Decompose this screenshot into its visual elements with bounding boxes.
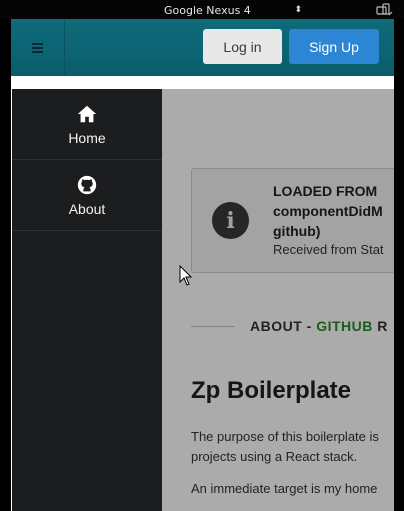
side-drawer: Home About — [12, 89, 162, 511]
signup-button[interactable]: Sign Up — [289, 29, 379, 64]
drawer-item-home[interactable]: Home — [12, 89, 162, 160]
hamburger-icon — [32, 43, 43, 53]
login-button[interactable]: Log in — [203, 29, 282, 64]
drawer-item-label: Home — [68, 129, 106, 146]
home-icon — [77, 105, 97, 122]
top-navbar: Log in Sign Up — [11, 19, 394, 76]
device-toolbar: Google Nexus 4 ⬍ — [0, 0, 404, 19]
mouse-cursor-icon — [179, 265, 193, 286]
rotate-device-icon[interactable] — [375, 3, 393, 17]
github-icon — [77, 175, 97, 194]
drawer-backdrop[interactable] — [162, 89, 394, 511]
select-arrows-icon: ⬍ — [294, 4, 302, 15]
drawer-item-about[interactable]: About — [12, 160, 162, 231]
drawer-item-label: About — [68, 200, 106, 217]
device-selector[interactable]: Google Nexus 4 ⬍ — [160, 3, 302, 17]
device-screen: Log in Sign Up i LOADED FROM componentDi… — [11, 19, 394, 511]
device-name: Google Nexus 4 — [164, 3, 251, 17]
menu-toggle-button[interactable] — [11, 19, 65, 76]
